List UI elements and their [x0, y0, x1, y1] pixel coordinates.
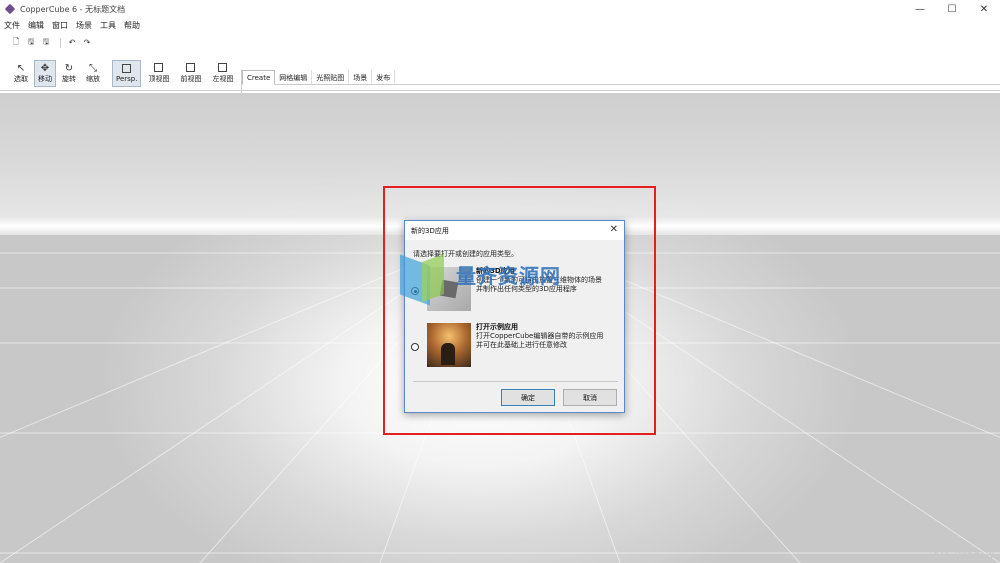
tool-move[interactable]: ✥ 移动: [34, 60, 56, 87]
menu-file[interactable]: 文件: [4, 20, 20, 31]
dialog-title: 新的3D应用: [411, 226, 449, 235]
dialog-separator: [413, 381, 618, 382]
option-example-text: 打开示例应用 打开CopperCube编辑器自带的示例应用 并可在此基础上进行任…: [476, 323, 603, 350]
viewport-icon: [122, 64, 132, 73]
viewport-icon: [218, 63, 228, 72]
tab-strip: Create 网格编辑 光照贴图 场景 发布: [242, 70, 1000, 85]
viewport-icon: [154, 63, 164, 72]
option-open-example[interactable]: 打开示例应用 打开CopperCube编辑器自带的示例应用 并可在此基础上进行任…: [411, 323, 621, 371]
transform-tools: ↖ 选取 ✥ 移动 ↻ 旋转 ⤡ 缩放: [10, 60, 106, 87]
view-button-2[interactable]: 前视图: [176, 60, 205, 87]
menu-bar: 文件 编辑 窗口 场景 工具 帮助: [0, 18, 1000, 32]
view-label: 左视图: [212, 75, 234, 83]
tool-rotate[interactable]: ↻ 旋转: [58, 60, 80, 87]
maximize-button[interactable]: ☐: [936, 0, 968, 18]
tool-label: 旋转: [62, 75, 76, 83]
tool-label: 移动: [38, 75, 52, 83]
window-title: CopperCube 6 - 无标题文档: [20, 4, 126, 14]
cancel-button[interactable]: 取消: [563, 389, 617, 406]
undo-icon[interactable]: ↶: [66, 37, 78, 48]
menu-tools[interactable]: 工具: [100, 20, 116, 31]
viewport-icon: [186, 63, 196, 72]
tool-scale[interactable]: ⤡ 缩放: [82, 60, 104, 87]
close-window-button[interactable]: ✕: [968, 0, 1000, 18]
title-bar: CopperCube 6 - 无标题文档 — ☐ ✕: [0, 0, 1000, 18]
view-button-3[interactable]: 左视图: [208, 60, 237, 87]
tab-4[interactable]: 发布: [372, 70, 396, 85]
menu-help[interactable]: 帮助: [124, 20, 140, 31]
tab-2[interactable]: 光照贴图: [312, 70, 350, 85]
tool-label: 选取: [14, 75, 28, 83]
tab-1[interactable]: 网格编辑: [275, 70, 313, 85]
tool-label: 缩放: [86, 75, 100, 83]
option-example-line2: 并可在此基础上进行任意修改: [476, 341, 567, 349]
rotate-icon: ↻: [64, 63, 74, 74]
ok-button[interactable]: 确定: [501, 389, 555, 406]
pointer-icon: ↖: [16, 63, 26, 74]
new-app-dialog: 新的3D应用 ✕ 请选择要打开或创建的应用类型。 新的3D应用 创建一个新的可自…: [404, 220, 625, 413]
example-thumbnail: [427, 323, 471, 367]
dialog-close-icon[interactable]: ✕: [610, 224, 618, 235]
tool-pointer[interactable]: ↖ 选取: [10, 60, 32, 87]
app-logo-icon: [4, 3, 16, 15]
menu-window[interactable]: 窗口: [52, 20, 68, 31]
scale-icon: ⤡: [89, 63, 97, 74]
minimize-button[interactable]: —: [904, 0, 936, 18]
redo-icon[interactable]: ↷: [81, 37, 93, 48]
toolbar: 🗋 🖫 🖫 ↶ ↷ ↖ 选取 ✥ 移动 ↻ 旋转 ⤡ 缩放 Persp. 顶视图 前视图 左视图 C…: [0, 33, 1000, 122]
view-button-1[interactable]: 顶视图: [144, 60, 173, 87]
site-watermark: 量齐资源网: [400, 253, 561, 306]
view-label: 顶视图: [148, 75, 170, 83]
view-button-0[interactable]: Persp.: [112, 60, 142, 87]
view-tools: Persp. 顶视图 前视图 左视图: [112, 60, 240, 87]
file-toolbar: 🗋 🖫 🖫 ↶ ↷: [10, 37, 96, 48]
site-watermark-text: 量齐资源网: [456, 263, 561, 288]
new-document-icon[interactable]: 🗋: [10, 37, 22, 48]
site-logo-icon: [400, 253, 452, 306]
menu-scene[interactable]: 场景: [76, 20, 92, 31]
tab-0[interactable]: Create: [242, 70, 276, 85]
dialog-titlebar: 新的3D应用 ✕: [405, 221, 624, 240]
option-example-line1: 打开CopperCube编辑器自带的示例应用: [476, 332, 604, 340]
move-icon: ✥: [40, 63, 50, 74]
radio-open-example[interactable]: [411, 343, 419, 351]
menu-edit[interactable]: 编辑: [28, 20, 44, 31]
save-icon[interactable]: 🖫: [40, 37, 52, 48]
tab-3[interactable]: 场景: [349, 70, 373, 85]
view-label: 前视图: [180, 75, 202, 83]
toolbar-separator: [60, 37, 61, 48]
option-example-title: 打开示例应用: [476, 323, 518, 331]
view-label: Persp.: [116, 75, 138, 83]
os-watermark: ATE Window: [932, 550, 994, 561]
window-controls: — ☐ ✕: [904, 0, 1000, 18]
open-icon[interactable]: 🖫: [25, 37, 37, 48]
